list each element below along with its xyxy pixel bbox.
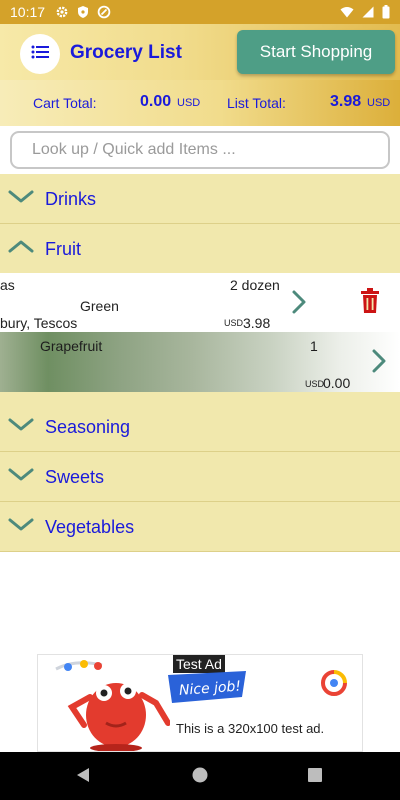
category-label: Seasoning <box>45 417 131 437</box>
status-time: 10:17 <box>10 4 46 20</box>
cart-total-label: Cart Total: <box>33 95 97 111</box>
page-title: Grocery List <box>70 42 182 63</box>
category-label: Fruit <box>45 239 81 259</box>
chevron-down-icon <box>8 465 34 490</box>
list-item[interactable]: as 2 dozen Green bury, Tescos USD 3.98 <box>0 273 320 331</box>
category-seasoning[interactable]: Seasoning <box>0 402 400 452</box>
list-item[interactable]: Grapefruit 1 USD 0.00 <box>0 332 400 392</box>
battery-icon <box>382 5 390 19</box>
item-currency: USD <box>224 318 244 328</box>
item-price: 0.00 <box>323 375 351 391</box>
totals-bar: Cart Total: 0.00 USD List Total: 3.98 US… <box>0 80 400 126</box>
cart-total-currency: USD <box>177 97 201 109</box>
settings-icon <box>55 5 69 19</box>
category-fruit[interactable]: Fruit <box>0 224 400 273</box>
shield-icon <box>77 5 89 19</box>
recents-icon[interactable] <box>307 766 323 789</box>
data-saver-icon <box>97 5 111 19</box>
app-screen: 10:17 Grocery List Start Shopping Cart T… <box>0 0 400 800</box>
ad-banner[interactable]: Test Ad Nice job! This is a 320x100 test… <box>37 654 363 752</box>
item-note: Green <box>80 298 119 314</box>
item-quantity: 2 dozen <box>230 277 280 293</box>
category-sweets[interactable]: Sweets <box>0 452 400 502</box>
list-menu-icon <box>31 45 49 64</box>
status-bar: 10:17 <box>0 0 400 24</box>
item-name: Grapefruit <box>40 338 103 354</box>
item-quantity: 1 <box>310 338 318 354</box>
app-bar: Grocery List Start Shopping <box>0 24 400 80</box>
item-stores: bury, Tescos <box>0 315 78 331</box>
back-icon[interactable] <box>74 766 92 789</box>
list-total-value: 3.98 <box>330 93 362 110</box>
chevron-up-icon <box>8 237 34 262</box>
chevron-down-icon <box>8 187 34 212</box>
item-price: 3.98 <box>243 315 271 331</box>
category-label: Drinks <box>45 189 97 209</box>
category-footer <box>0 392 400 402</box>
search-bar: Look up / Quick add Items ... <box>0 126 400 174</box>
list-total-currency: USD <box>367 97 391 109</box>
cart-total-value: 0.00 <box>140 93 172 110</box>
wifi-icon <box>340 6 354 18</box>
category-label: Sweets <box>45 467 105 487</box>
chevron-right-icon[interactable] <box>290 289 308 318</box>
ad-logo-icon <box>320 669 348 702</box>
system-nav-bar <box>0 752 400 800</box>
home-icon[interactable] <box>191 766 209 789</box>
start-shopping-button[interactable]: Start Shopping <box>237 30 395 74</box>
menu-button[interactable] <box>20 34 60 74</box>
ad-text: This is a 320x100 test ad. <box>176 721 325 736</box>
list-total-label: List Total: <box>227 95 286 111</box>
category-vegetables[interactable]: Vegetables <box>0 502 400 552</box>
category-drinks[interactable]: Drinks <box>0 174 400 224</box>
chevron-down-icon <box>8 415 34 440</box>
signal-icon <box>362 6 374 18</box>
search-input[interactable]: Look up / Quick add Items ... <box>10 131 390 169</box>
category-label: Vegetables <box>45 517 135 537</box>
delete-icon[interactable] <box>358 288 382 319</box>
chevron-down-icon <box>8 515 34 540</box>
item-name: as <box>0 277 15 293</box>
item-currency: USD <box>305 379 325 389</box>
ad-mascot-image <box>50 655 171 756</box>
chevron-right-icon[interactable] <box>370 348 388 377</box>
ad-ribbon: Nice job! <box>166 669 248 710</box>
